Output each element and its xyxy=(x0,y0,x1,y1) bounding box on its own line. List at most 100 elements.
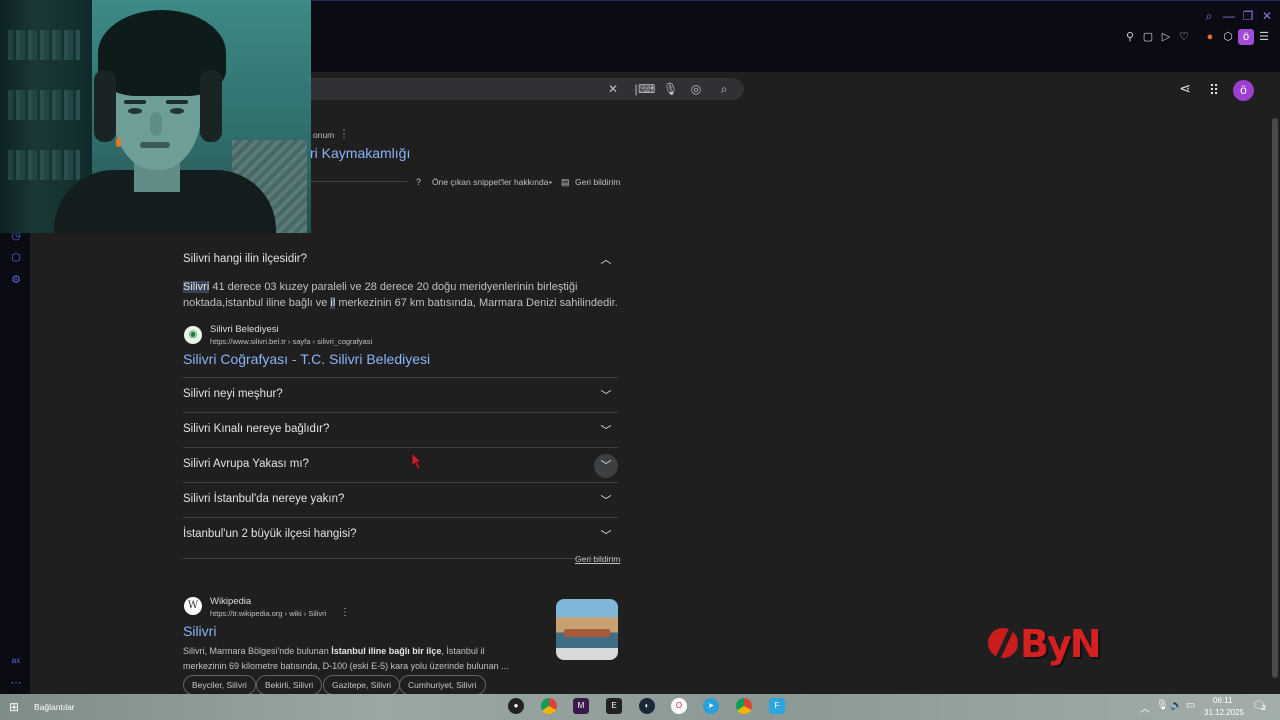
snippet-text: , İstanbul il xyxy=(441,646,485,656)
headphone-left xyxy=(94,70,116,142)
paa-question[interactable]: Silivri Kınalı nereye bağlıdır? ﹀ xyxy=(183,412,618,447)
related-chip[interactable]: Gazitepe, Silivri xyxy=(323,675,401,695)
microphone-tray-icon[interactable]: 🎙 xyxy=(1156,700,1169,711)
answer-highlight: Silivri xyxy=(183,281,210,293)
heart-icon[interactable]: ♡ xyxy=(1177,30,1191,44)
keyboard-icon[interactable]: ⌨ xyxy=(638,82,655,96)
mouth xyxy=(140,142,170,148)
minimize-icon[interactable]: — xyxy=(1222,9,1236,23)
pin-icon[interactable]: ⚲ xyxy=(1123,30,1137,44)
divider xyxy=(183,558,618,559)
related-chip[interactable]: Cumhuriyet, Silivri xyxy=(399,675,486,695)
chevron-down-icon[interactable]: ﹀ xyxy=(594,454,618,478)
obs-icon[interactable]: ● xyxy=(508,698,524,714)
paa-question[interactable]: Silivri neyi meşhur? ﹀ xyxy=(183,377,618,412)
books xyxy=(8,30,80,60)
divider xyxy=(311,181,407,182)
steam-icon[interactable]: ◐ xyxy=(639,698,655,714)
paa-question-text: Silivri neyi meşhur? xyxy=(183,388,283,400)
chevron-down-icon[interactable]: ﹀ xyxy=(594,489,618,513)
clear-icon[interactable]: ✕ xyxy=(606,82,620,96)
display-icon[interactable]: ▭ xyxy=(1186,700,1195,711)
paa-question[interactable]: Silivri İstanbul'da nereye yakın? ﹀ xyxy=(183,482,618,517)
more-options-icon[interactable]: ⋮ xyxy=(339,129,349,140)
headphone-light xyxy=(116,138,121,147)
silivri-belediyesi-favicon: ◉ xyxy=(184,326,202,344)
screenshot-icon[interactable]: ▢ xyxy=(1141,30,1155,44)
snippet-text: merkezinin 69 kilometre batısında, D-100… xyxy=(183,661,509,671)
answer-text: 41 derece 03 kuzey paraleli ve 28 derece… xyxy=(209,281,578,293)
paa-question-expanded[interactable]: Silivri hangi ilin ilçesidir? ︿ xyxy=(183,244,618,278)
separator-dot: • xyxy=(549,177,552,187)
more-options-icon[interactable]: ⋮ xyxy=(340,607,350,618)
snippet-text: Silivri, Marmara Bölgesi'nde bulunan xyxy=(183,646,332,656)
result-url: https://tr.wikipedia.org › wiki › Silivr… xyxy=(210,609,327,618)
paa-question-text: Silivri İstanbul'da nereye yakın? xyxy=(183,493,345,505)
telegram-icon[interactable]: ➤ xyxy=(703,698,719,714)
about-snippets-link[interactable]: Öne çıkan snippet'ler hakkında xyxy=(432,177,548,187)
source-title-link[interactable]: Silivri Coğrafyası - T.C. Silivri Beledi… xyxy=(183,351,430,367)
nose xyxy=(150,112,162,136)
paa-feedback-link[interactable]: Geri bildirim xyxy=(575,554,620,564)
related-chip[interactable]: Bekirli, Silivri xyxy=(256,675,323,695)
chevron-down-icon[interactable]: ﹀ xyxy=(594,384,618,408)
logo-text: ByN xyxy=(1020,622,1102,666)
notification-count: 2 xyxy=(1262,705,1266,712)
scrollbar-thumb[interactable] xyxy=(1272,118,1278,678)
apps-grid-icon[interactable]: ⠿ xyxy=(1206,82,1222,98)
snippet-bold: İstanbul iline bağlı bir ilçe xyxy=(331,646,442,656)
restore-icon[interactable]: ❐ xyxy=(1241,9,1255,23)
paa-question-text: İstanbul'un 2 büyük ilçesi hangisi? xyxy=(183,528,357,540)
feedback-link[interactable]: Geri bildirim xyxy=(575,177,620,187)
volume-icon[interactable]: 🔈 xyxy=(1170,700,1182,711)
snippet-title-link[interactable]: ri Kaymakamlığı xyxy=(310,145,410,161)
result-title-link[interactable]: Silivri xyxy=(183,623,216,639)
lens-icon[interactable]: ◎ xyxy=(689,82,703,96)
clock-date[interactable]: 31.12.2025 xyxy=(1204,708,1244,717)
paa-question-text: Silivri Kınalı nereye bağlıdır? xyxy=(183,423,330,435)
search-input[interactable]: ✕ | ⌨ 🎙 ◎ ⌕ xyxy=(280,78,744,100)
chrome-profile-icon[interactable] xyxy=(736,698,752,714)
books xyxy=(8,90,80,120)
menu-icon[interactable]: ☰ xyxy=(1257,30,1271,44)
epic-games-icon[interactable]: E xyxy=(606,698,622,714)
snippet-source-fragment: onum xyxy=(313,130,335,140)
sidebar-label: ax xyxy=(11,656,21,665)
search-icon[interactable]: ⌕ xyxy=(1202,9,1216,23)
close-icon[interactable]: ✕ xyxy=(1260,9,1274,23)
extension-icon[interactable]: ● xyxy=(1203,30,1217,44)
play-icon[interactable]: ▷ xyxy=(1159,30,1173,44)
paa-answer: Silivri 41 derece 03 kuzey paraleli ve 2… xyxy=(183,279,618,311)
extensions-icon[interactable]: ⬡ xyxy=(10,252,22,264)
paa-question[interactable]: Silivri Avrupa Yakası mı? ﹀ xyxy=(183,447,618,482)
chevron-down-icon[interactable]: ﹀ xyxy=(594,524,618,548)
puzzle-icon[interactable]: ⬡ xyxy=(1221,30,1235,44)
webcam-overlay xyxy=(0,0,311,233)
eye xyxy=(170,108,184,114)
chevron-up-icon[interactable]: ︿ xyxy=(594,248,618,272)
chrome-icon[interactable] xyxy=(541,698,557,714)
paa-question[interactable]: İstanbul'un 2 büyük ilçesi hangisi? ﹀ xyxy=(183,517,618,552)
windows-start-icon[interactable]: ⊞ xyxy=(9,700,19,714)
browser-profile-avatar[interactable]: ö xyxy=(1238,29,1254,45)
search-icon[interactable]: ⌕ xyxy=(717,82,731,96)
share-icon[interactable]: ⋖ xyxy=(1177,80,1193,96)
byn-logo: ByN xyxy=(988,620,1102,672)
clock-time[interactable]: 06:11 xyxy=(1213,696,1232,705)
tray-chevron-icon[interactable]: ︿ xyxy=(1140,700,1150,715)
headphone-right xyxy=(200,70,222,142)
mouse-cursor-icon xyxy=(411,452,422,470)
related-chip[interactable]: Beyciler, Silivri xyxy=(183,675,256,695)
microphone-icon[interactable]: 🎙 xyxy=(663,82,678,96)
more-icon[interactable]: ⋯ xyxy=(10,677,22,689)
network-label[interactable]: Bağlantılar xyxy=(34,702,75,712)
files-icon[interactable]: F xyxy=(769,698,785,714)
settings-icon[interactable]: ⚙ xyxy=(10,274,22,286)
chevron-down-icon[interactable]: ﹀ xyxy=(594,419,618,443)
app-icon[interactable]: M xyxy=(573,698,589,714)
opera-icon[interactable]: O xyxy=(671,698,687,714)
result-thumbnail[interactable] xyxy=(556,599,618,660)
google-account-avatar[interactable]: ö xyxy=(1233,80,1254,101)
books xyxy=(8,150,80,180)
paa-question-text: Silivri Avrupa Yakası mı? xyxy=(183,458,309,470)
